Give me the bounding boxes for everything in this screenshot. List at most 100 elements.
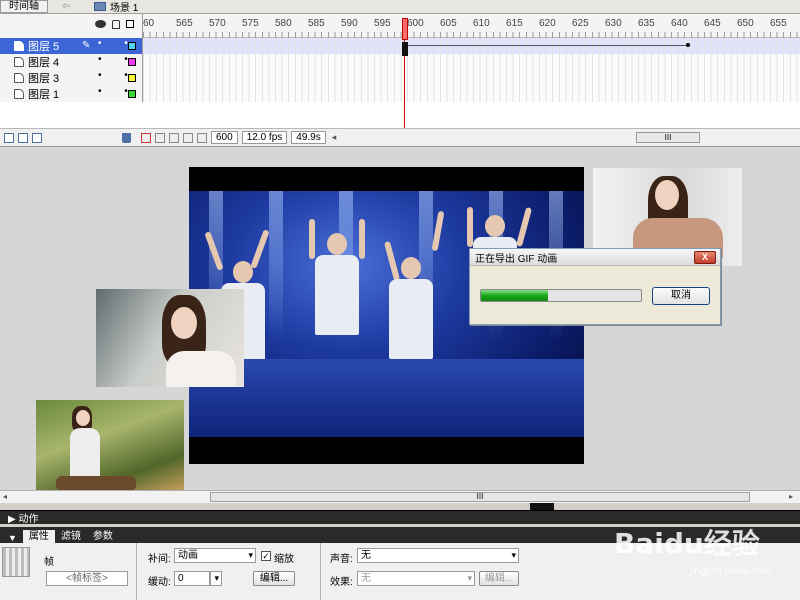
eye-icon[interactable] (95, 20, 106, 28)
export-progress-bar (480, 289, 642, 302)
pencil-icon: ✎ (82, 40, 91, 51)
scroll-thumb[interactable]: III (210, 492, 750, 502)
ruler-tick-label: 655 (770, 18, 787, 29)
layer-name-cell[interactable]: 图层 1 • • (0, 86, 143, 102)
photo-model-bottom-left[interactable] (36, 400, 184, 490)
frame-rate[interactable]: 12.0 fps (241, 131, 288, 144)
cancel-button[interactable]: 取消 (652, 287, 710, 305)
photo-model-middle-left[interactable] (96, 289, 244, 387)
timeline-scroll-thumb[interactable]: III (636, 132, 700, 143)
playhead-handle[interactable] (402, 18, 408, 40)
outline-icon[interactable] (126, 20, 134, 28)
layer-row[interactable]: 图层 5 ✎ • • (0, 38, 800, 54)
ruler-tick-label: 610 (473, 18, 490, 29)
scene-breadcrumb[interactable]: 场景 1 (94, 0, 138, 14)
add-guide-layer-icon[interactable] (18, 132, 28, 143)
scene-label: 场景 1 (110, 3, 139, 14)
scale-label: 缩放 (274, 554, 294, 565)
sound-select[interactable]: 无 (357, 548, 519, 563)
layer-color-swatch[interactable] (128, 42, 136, 50)
layer-name-cell[interactable]: 图层 3 • • (0, 70, 143, 86)
layer-row[interactable]: 图层 4 • • (0, 54, 800, 70)
raised-arm (359, 219, 365, 259)
tween-select[interactable]: 动画 (174, 548, 256, 563)
stage-area[interactable]: 正在导出 GIF 动画 X 取消 (0, 146, 800, 490)
edit-effect-button[interactable]: 编辑... (479, 571, 519, 586)
layer-row[interactable]: 图层 1 • • (0, 86, 800, 102)
add-layer-icon[interactable] (4, 132, 14, 143)
ease-slider-dropdown[interactable] (210, 571, 222, 586)
layer-header (0, 14, 143, 38)
frame-ruler[interactable]: 60 565 570 575 580 585 590 595 600 605 610 615 620 62… (143, 14, 800, 38)
layer-frames[interactable] (143, 54, 800, 70)
layer-name: 图层 5 (28, 41, 60, 53)
stage-horizontal-scrollbar[interactable]: ◂ III ▸ (0, 490, 800, 503)
layer-frames[interactable] (143, 70, 800, 86)
center-frame-icon[interactable] (141, 132, 151, 143)
dialog-title-bar[interactable]: 正在导出 GIF 动画 (470, 249, 720, 266)
layer-row[interactable]: 图层 3 • • (0, 70, 800, 86)
layer-icon (14, 73, 24, 83)
scroll-right-icon[interactable]: ▸ (789, 492, 793, 501)
performer-head (485, 215, 505, 237)
actions-panel-bar[interactable]: ▶ 动作 (0, 510, 800, 525)
back-arrow-icon[interactable]: ⇦ (56, 1, 76, 13)
timeline-panel: 60 565 570 575 580 585 590 595 600 605 610 615 620 62… (0, 14, 800, 146)
collapse-triangle-icon[interactable]: ▼ (8, 533, 17, 543)
performer-body (389, 279, 433, 359)
export-gif-dialog: 正在导出 GIF 动画 X 取消 (469, 248, 721, 325)
scroll-left-icon[interactable]: ◂ (332, 132, 337, 143)
tween-label: 补间: (148, 554, 171, 565)
current-frame: 600 (211, 131, 238, 144)
raised-arm (431, 210, 445, 252)
layer-color-swatch[interactable] (128, 90, 136, 98)
log-shape (56, 476, 136, 490)
motion-tween-line (408, 45, 688, 46)
playhead[interactable] (402, 18, 408, 140)
divider (136, 543, 137, 600)
layer-frames[interactable] (143, 86, 800, 102)
close-icon[interactable]: X (694, 251, 716, 264)
raised-arm (515, 206, 533, 248)
trash-icon[interactable] (122, 132, 131, 143)
panel-collapse-handle[interactable] (530, 503, 554, 510)
edit-multiple-icon[interactable] (183, 132, 193, 143)
face-shape (171, 307, 197, 339)
layer-icon (14, 57, 24, 67)
tab-filters[interactable]: 滤镜 (55, 530, 87, 543)
timeline-header: 60 565 570 575 580 585 590 595 600 605 610 615 620 62… (0, 14, 800, 38)
frame-label-input[interactable]: <帧标签> (46, 571, 128, 586)
ruler-tick-label: 640 (671, 18, 688, 29)
divider (320, 543, 321, 600)
timeline-footer: 600 12.0 fps 49.9s ◂ III (0, 128, 800, 146)
face-shape (655, 180, 679, 210)
tab-properties[interactable]: 属性 (22, 530, 55, 543)
effect-select[interactable]: 无 (357, 571, 475, 586)
onion-outline-icon[interactable] (169, 132, 179, 143)
ease-input[interactable]: 0 (174, 571, 210, 586)
scale-checkbox[interactable]: ✓ (261, 551, 271, 561)
raised-arm (309, 219, 315, 259)
tab-parameters[interactable]: 参数 (87, 530, 119, 543)
onion-skin-icon[interactable] (155, 132, 165, 143)
stage-light (269, 191, 283, 341)
lock-icon[interactable] (112, 20, 120, 29)
edit-ease-button[interactable]: 编辑... (253, 571, 295, 586)
layer-color-swatch[interactable] (128, 58, 136, 66)
layer-icon (14, 89, 24, 99)
ruler-tick-label: 650 (737, 18, 754, 29)
scroll-left-icon[interactable]: ◂ (3, 492, 7, 501)
ruler-tick-label: 580 (275, 18, 292, 29)
layer-frames[interactable] (143, 38, 800, 54)
dialog-title: 正在导出 GIF 动画 (475, 253, 558, 265)
layer-name: 图层 1 (28, 89, 60, 101)
timeline-tab[interactable]: 时间轴 (0, 0, 48, 13)
layer-name-cell[interactable]: 图层 5 ✎ • • (0, 38, 143, 54)
add-folder-icon[interactable] (32, 132, 42, 143)
keyframe-dot (686, 43, 690, 47)
actions-label: ▶ 动作 (8, 514, 39, 525)
modify-markers-icon[interactable] (197, 132, 207, 143)
performer-head (327, 233, 347, 255)
layer-color-swatch[interactable] (128, 74, 136, 82)
layer-name-cell[interactable]: 图层 4 • • (0, 54, 143, 70)
